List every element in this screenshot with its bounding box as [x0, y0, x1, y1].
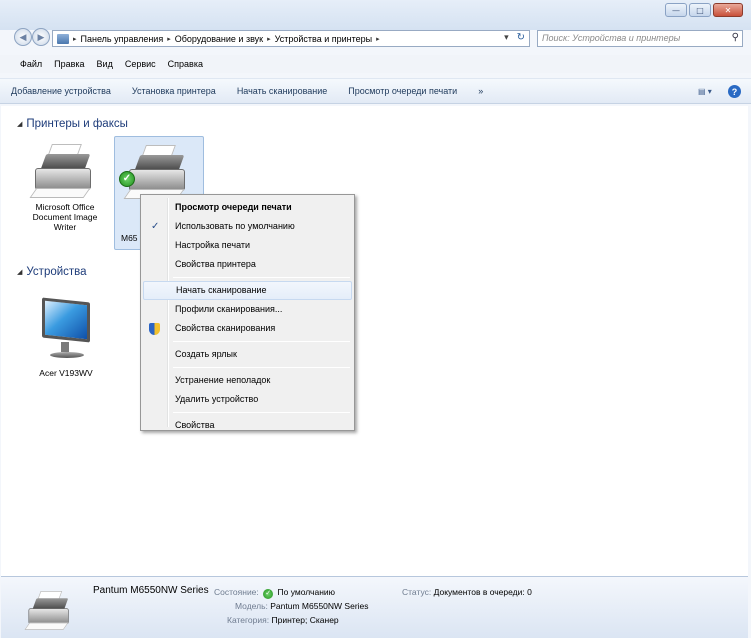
device-monitor[interactable]: Acer V193WV — [31, 296, 101, 378]
forward-button[interactable]: ▶ — [32, 28, 50, 46]
details-status-label: Статус: — [402, 587, 432, 597]
breadcrumb-separator-icon: ▸ — [376, 35, 380, 43]
breadcrumb-hardware-sound[interactable]: Оборудование и звук — [175, 34, 263, 44]
refresh-icon[interactable]: ↻ — [517, 32, 525, 43]
default-check-icon: ✓ — [119, 171, 135, 187]
group-title: Устройства — [26, 266, 87, 278]
printer-icon — [29, 144, 97, 202]
command-bar: Добавление устройства Установка принтера… — [0, 78, 751, 104]
title-bar: — □ ✕ — [0, 0, 751, 30]
more-commands-button[interactable]: » — [478, 86, 483, 96]
shield-icon — [149, 323, 160, 335]
menu-view[interactable]: Вид — [97, 59, 113, 69]
breadcrumb-separator-icon: ▸ — [167, 35, 171, 43]
device-label: Acer V193WV — [39, 368, 93, 378]
maximize-button[interactable]: □ — [689, 3, 711, 17]
start-scan-button[interactable]: Начать сканирование — [237, 86, 327, 96]
details-category: Категория: Принтер; Сканер — [227, 615, 339, 625]
menu-item-create-shortcut[interactable]: Создать ярлык — [143, 345, 352, 364]
minimize-button[interactable]: — — [665, 3, 687, 17]
breadcrumb-devices-printers[interactable]: Устройства и принтеры — [275, 34, 373, 44]
checkmark-icon: ✓ — [151, 221, 160, 232]
menu-item-start-scan[interactable]: Начать сканирование — [143, 281, 352, 300]
menu-item-remove-device[interactable]: Удалить устройство — [143, 390, 352, 409]
menu-separator — [173, 341, 350, 342]
menu-item-printer-properties[interactable]: Свойства принтера — [143, 255, 352, 274]
menu-item-label: Удалить устройство — [175, 394, 259, 404]
menu-file[interactable]: Файл — [20, 59, 42, 69]
change-view-icon[interactable]: ▤ ▾ — [698, 87, 714, 97]
device-label-line: Document Image — [32, 212, 98, 222]
content-pane: ◢ Принтеры и факсы Microsoft Office Docu… — [1, 106, 748, 576]
device-label-line: Writer — [53, 222, 77, 232]
menu-bar: Файл Правка Вид Сервис Справка — [0, 55, 751, 73]
menu-item-label: Свойства — [175, 420, 215, 430]
group-title: Принтеры и факсы — [26, 118, 128, 130]
add-printer-button[interactable]: Установка принтера — [132, 86, 216, 96]
printer-thumbnail-icon — [24, 591, 70, 630]
add-device-button[interactable]: Добавление устройства — [11, 86, 111, 96]
menu-item-scan-profiles[interactable]: Профили сканирования... — [143, 300, 352, 319]
back-button[interactable]: ◀ — [14, 28, 32, 46]
details-category-label: Категория: — [227, 615, 270, 625]
menu-item-label: Настройка печати — [175, 240, 251, 250]
menu-item-print-preferences[interactable]: Настройка печати — [143, 236, 352, 255]
group-header-devices[interactable]: ◢ Устройства — [17, 266, 87, 278]
group-header-printers[interactable]: ◢ Принтеры и факсы — [17, 118, 128, 130]
search-icon[interactable]: ⚲ — [732, 32, 739, 43]
menu-item-set-default[interactable]: ✓ Использовать по умолчанию — [143, 217, 352, 236]
details-model-value: Pantum M6550NW Series — [270, 601, 369, 611]
search-input[interactable]: Поиск: Устройства и принтеры ⚲ — [537, 30, 743, 47]
menu-item-scan-properties[interactable]: Свойства сканирования — [143, 319, 352, 338]
explorer-window: — □ ✕ ◀ ▶ ▸ Панель управления ▸ Оборудов… — [0, 0, 751, 638]
details-state-value: По умолчанию — [277, 587, 336, 597]
menu-item-label: Профили сканирования... — [175, 304, 283, 314]
address-bar[interactable]: ▸ Панель управления ▸ Оборудование и зву… — [52, 30, 530, 47]
details-device-name: Pantum M6550NW Series — [93, 585, 209, 596]
menu-item-troubleshoot[interactable]: Устранение неполадок — [143, 371, 352, 390]
control-panel-icon — [57, 33, 69, 44]
monitor-icon — [36, 296, 96, 362]
details-state: Состояние: ✓ По умолчанию — [214, 587, 335, 599]
menu-separator — [173, 367, 350, 368]
menu-item-label: Свойства принтера — [175, 259, 256, 269]
search-placeholder: Поиск: Устройства и принтеры — [542, 33, 681, 43]
print-queue-button[interactable]: Просмотр очереди печати — [348, 86, 457, 96]
breadcrumb-control-panel[interactable]: Панель управления — [81, 34, 164, 44]
menu-separator — [173, 277, 350, 278]
details-status-value: Документов в очереди: 0 — [433, 587, 532, 597]
menu-item-label: Устранение неполадок — [175, 375, 271, 385]
address-dropdown-icon[interactable]: ▾ — [504, 32, 509, 43]
menu-item-properties[interactable]: Свойства — [143, 416, 352, 435]
device-label-line: Microsoft Office — [35, 202, 95, 212]
details-status: Статус: Документов в очереди: 0 — [402, 587, 532, 597]
breadcrumb-separator-icon: ▸ — [267, 35, 271, 43]
device-label: M65 — [121, 233, 138, 243]
details-category-value: Принтер; Сканер — [271, 615, 339, 625]
close-button[interactable]: ✕ — [713, 3, 743, 17]
menu-tools[interactable]: Сервис — [125, 59, 156, 69]
collapse-triangle-icon[interactable]: ◢ — [17, 120, 22, 128]
context-menu: Просмотр очереди печати ✓ Использовать по… — [140, 194, 355, 431]
menu-item-label: Начать сканирование — [176, 285, 267, 295]
menu-separator — [173, 412, 350, 413]
caption-buttons: — □ ✕ — [665, 3, 743, 17]
menu-item-label: Использовать по умолчанию — [175, 221, 295, 231]
menu-item-print-queue[interactable]: Просмотр очереди печати — [143, 198, 352, 217]
details-state-label: Состояние: — [214, 587, 259, 597]
details-pane: Pantum M6550NW Series Состояние: ✓ По ум… — [1, 576, 748, 638]
details-model-label: Модель: — [235, 601, 268, 611]
collapse-triangle-icon[interactable]: ◢ — [17, 268, 22, 276]
menu-item-label: Создать ярлык — [175, 349, 237, 359]
help-icon[interactable]: ? — [728, 85, 741, 98]
breadcrumb-separator-icon: ▸ — [73, 35, 77, 43]
menu-item-label: Свойства сканирования — [175, 323, 276, 333]
default-check-icon: ✓ — [263, 589, 274, 599]
menu-help[interactable]: Справка — [168, 59, 203, 69]
details-model: Модель: Pantum M6550NW Series — [235, 601, 369, 611]
menu-edit[interactable]: Правка — [54, 59, 84, 69]
device-msoffice-writer[interactable]: Microsoft Office Document Image Writer — [25, 144, 105, 232]
address-controls: ▾ ↻ — [504, 32, 525, 43]
menu-item-label: Просмотр очереди печати — [175, 202, 292, 212]
